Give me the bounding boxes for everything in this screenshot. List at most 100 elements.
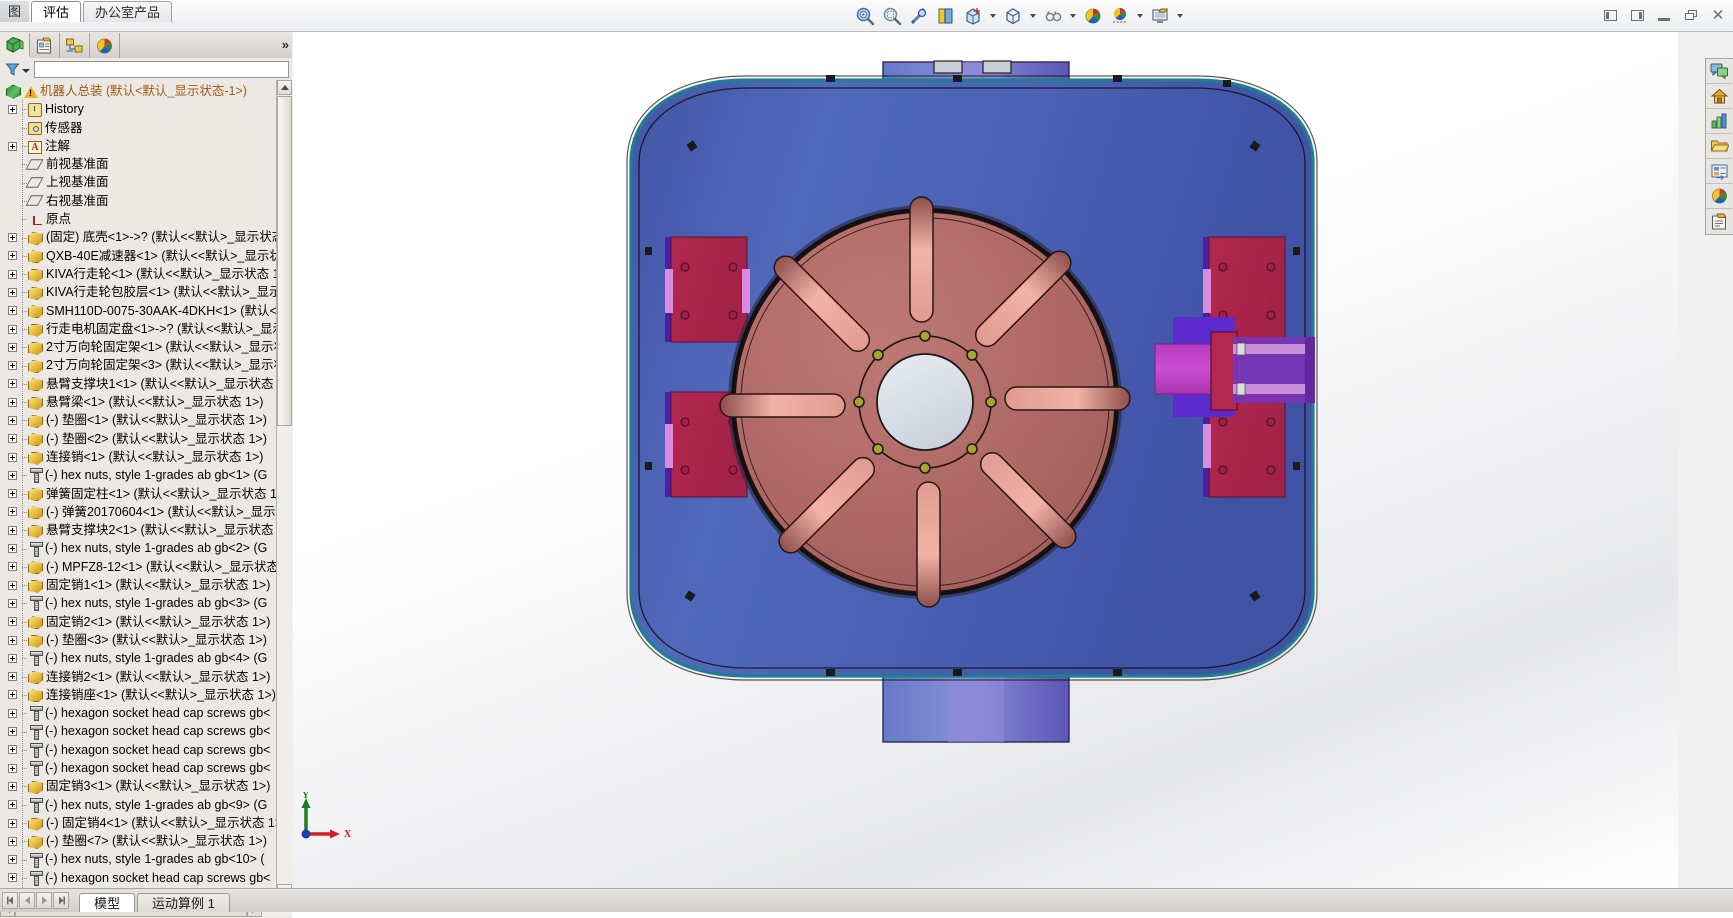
expand-toggle-icon[interactable]	[8, 836, 17, 846]
feature-tree-item[interactable]: (-) 弹簧20170604<1> (默认<<默认>_显示	[0, 502, 286, 521]
feature-tree-item[interactable]: (-) hex nuts, style 1-grades ab gb<1> (G	[0, 466, 286, 485]
expand-toggle-icon[interactable]	[8, 434, 17, 444]
feature-tree-item[interactable]: 连接销<1> (默认<<默认>_显示状态 1>)	[0, 448, 286, 467]
apply-scene-dropdown[interactable]	[1134, 4, 1145, 28]
view-settings-dropdown[interactable]	[1174, 4, 1185, 28]
expand-toggle-icon[interactable]	[8, 781, 17, 791]
expand-toggle-icon[interactable]	[8, 342, 17, 352]
expand-toggle-icon[interactable]	[8, 672, 17, 682]
expand-toggle-icon[interactable]	[8, 708, 17, 718]
feature-tree-item[interactable]: 前视基准面	[0, 155, 286, 174]
feature-tree-item[interactable]: KIVA行走轮包胶层<1> (默认<<默认>_显示	[0, 283, 286, 302]
graphics-viewport[interactable]: Y X	[293, 32, 1678, 888]
feature-tree-item[interactable]: SMH110D-0075-30AAK-4DKH<1> (默认<	[0, 301, 286, 320]
expand-toggle-icon[interactable]	[8, 598, 17, 608]
home-button[interactable]	[1706, 84, 1732, 109]
feature-tree-root-item[interactable]: 机器人总装 (默认<默认_显示状态-1>)	[0, 82, 286, 100]
configuration-manager-tab[interactable]	[60, 33, 90, 58]
feature-tree-item[interactable]: (-) hex nuts, style 1-grades ab gb<10> (	[0, 850, 286, 869]
first-tab-button[interactable]	[2, 892, 18, 909]
expand-toggle-icon[interactable]	[8, 104, 17, 114]
feature-tree-item[interactable]: 行走电机固定盘<1>->? (默认<<默认>_显示	[0, 320, 286, 338]
feature-tree-item[interactable]: 2寸万向轮固定架<1> (默认<<默认>_显示状	[0, 338, 286, 357]
expand-toggle-icon[interactable]	[8, 233, 17, 243]
expand-toggle-icon[interactable]	[8, 763, 17, 773]
display-manager-tab[interactable]	[90, 33, 120, 58]
feature-tree-item[interactable]: (-) 固定销4<1> (默认<<默认>_显示状态 1>	[0, 814, 286, 833]
filter-dropdown-arrow[interactable]	[22, 69, 30, 73]
expand-toggle-icon[interactable]	[8, 251, 17, 261]
feature-tree-item[interactable]: 2寸万向轮固定架<3> (默认<<默认>_显示状	[0, 356, 286, 375]
open-folder-button[interactable]	[1706, 134, 1732, 159]
expand-toggle-icon[interactable]	[8, 525, 17, 535]
feature-tree-item[interactable]: (-) hexagon socket head cap screws gb<	[0, 704, 286, 723]
feature-tree-item[interactable]: A 注解	[0, 137, 286, 156]
scroll-up-button[interactable]	[277, 80, 292, 95]
feature-tree-item[interactable]: 连接销2<1> (默认<<默认>_显示状态 1>)	[0, 667, 286, 686]
ribbon-tab-0[interactable]: 图	[0, 1, 30, 22]
expand-toggle-icon[interactable]	[8, 324, 17, 334]
expand-toggle-icon[interactable]	[8, 287, 17, 297]
feature-tree-item[interactable]: 传感器	[0, 118, 286, 137]
feature-tree-item[interactable]: History	[0, 100, 286, 119]
comments-button[interactable]	[1706, 59, 1732, 84]
expand-toggle-icon[interactable]	[8, 452, 17, 462]
feature-tree-item[interactable]: 悬臂梁<1> (默认<<默认>_显示状态 1>)	[0, 393, 286, 412]
expand-toggle-icon[interactable]	[8, 379, 17, 389]
expand-toggle-icon[interactable]	[8, 361, 17, 371]
expand-toggle-icon[interactable]	[8, 690, 17, 700]
tile-left-button[interactable]	[1601, 7, 1619, 23]
feature-tree-item[interactable]: (-) hexagon socket head cap screws gb<	[0, 722, 286, 741]
property-manager-tab[interactable]	[30, 33, 60, 58]
feature-tree-item[interactable]: (固定) 底壳<1>->? (默认<<默认>_显示状态	[0, 228, 286, 247]
feature-tree-item[interactable]: QXB-40E减速器<1> (默认<<默认>_显示状	[0, 246, 286, 265]
feature-manager-tab[interactable]	[0, 33, 30, 58]
feature-tree-item[interactable]: (-) 垫圈<1> (默认<<默认>_显示状态 1>)	[0, 411, 286, 430]
feature-tree-item[interactable]: 原点	[0, 210, 286, 229]
feature-tree-item[interactable]: 悬臂支撑块2<1> (默认<<默认>_显示状态 1	[0, 521, 286, 540]
feature-tree-item[interactable]: (-) hexagon socket head cap screws gb<	[0, 759, 286, 778]
expand-toggle-icon[interactable]	[8, 562, 17, 572]
feature-tree-item[interactable]: 连接销座<1> (默认<<默认>_显示状态 1>)	[0, 685, 286, 704]
feature-tree-item[interactable]: (-) 垫圈<7> (默认<<默认>_显示状态 1>)	[0, 832, 286, 851]
ribbon-tab-2[interactable]: 办公室产品	[83, 1, 173, 22]
filter-controls[interactable]	[0, 59, 34, 79]
view-settings-button[interactable]	[1147, 4, 1172, 29]
expand-toggle-icon[interactable]	[8, 141, 17, 151]
expand-manager-chevron[interactable]: »	[282, 37, 289, 52]
feature-tree-item[interactable]: 右视基准面	[0, 191, 286, 210]
display-style-button[interactable]	[1000, 4, 1025, 29]
feature-tree-item[interactable]: 悬臂支撑块1<1> (默认<<默认>_显示状态 1	[0, 374, 286, 393]
feature-tree-item[interactable]: 固定销3<1> (默认<<默认>_显示状态 1>)	[0, 777, 286, 796]
expand-toggle-icon[interactable]	[8, 745, 17, 755]
feature-tree-item[interactable]: 上视基准面	[0, 173, 286, 192]
expand-toggle-icon[interactable]	[8, 269, 17, 279]
feature-tree-item[interactable]: (-) 垫圈<3> (默认<<默认>_显示状态 1>)	[0, 631, 286, 650]
scenes-button[interactable]	[1706, 184, 1732, 209]
appearances-button[interactable]	[1706, 159, 1732, 184]
zoom-in-out-button[interactable]	[906, 4, 931, 29]
hide-show-items-dropdown[interactable]	[1067, 4, 1078, 28]
expand-toggle-icon[interactable]	[8, 470, 17, 480]
edit-appearance-button[interactable]	[1080, 4, 1105, 29]
feature-tree-item[interactable]: (-) hex nuts, style 1-grades ab gb<4> (G	[0, 649, 286, 668]
expand-toggle-icon[interactable]	[8, 800, 17, 810]
expand-toggle-icon[interactable]	[8, 397, 17, 407]
hide-show-items-button[interactable]	[1040, 4, 1065, 29]
expand-toggle-icon[interactable]	[8, 855, 17, 865]
last-tab-button[interactable]	[53, 892, 69, 909]
prev-tab-button[interactable]	[19, 892, 35, 909]
view-orientation-dropdown[interactable]	[987, 4, 998, 28]
expand-toggle-icon[interactable]	[8, 727, 17, 737]
expand-toggle-icon[interactable]	[8, 818, 17, 828]
feature-tree-item[interactable]: 固定销2<1> (默认<<默认>_显示状态 1>)	[0, 612, 286, 631]
feature-tree-item[interactable]: (-) hexagon socket head cap screws gb<	[0, 740, 286, 759]
tab-model[interactable]: 模型	[79, 892, 136, 912]
expand-toggle-icon[interactable]	[8, 306, 17, 316]
restore-button[interactable]	[1682, 7, 1700, 23]
minimize-button[interactable]	[1655, 7, 1673, 23]
section-view-button[interactable]	[933, 4, 958, 29]
feature-tree-item[interactable]: (-) 垫圈<2> (默认<<默认>_显示状态 1>)	[0, 429, 286, 448]
feature-tree-item[interactable]: 弹簧固定柱<1> (默认<<默认>_显示状态 1>	[0, 484, 286, 503]
feature-tree-item[interactable]: (-) MPFZ8-12<1> (默认<<默认>_显示状态	[0, 557, 286, 576]
